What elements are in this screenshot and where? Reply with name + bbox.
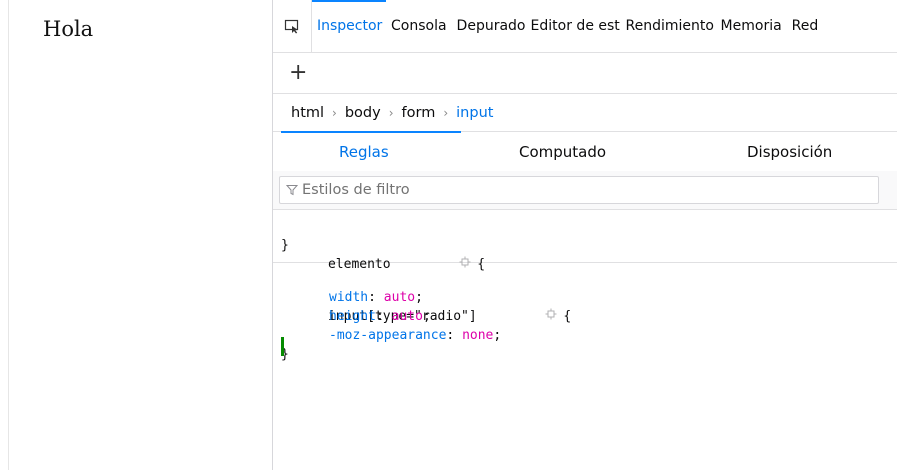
devtools-tabbar: Inspector Consola Depurador Editor de es…	[273, 0, 897, 53]
devtools-panel: Inspector Consola Depurador Editor de es…	[272, 0, 897, 470]
tab-computed[interactable]: Computado	[519, 133, 606, 171]
tab-network[interactable]: Red	[787, 0, 824, 52]
add-node-button[interactable]: +	[289, 62, 307, 84]
page-text: Hola	[43, 17, 94, 41]
property-value[interactable]: auto	[392, 309, 423, 324]
property-value[interactable]: none	[462, 328, 493, 343]
tab-style-editor[interactable]: Editor de estilos	[526, 0, 621, 52]
rule-element: elemento { }	[273, 211, 897, 272]
filter-placeholder: Estilos de filtro	[302, 182, 410, 198]
breadcrumb-html[interactable]: html	[291, 105, 324, 121]
property-name[interactable]: -moz-appearance	[329, 328, 446, 343]
tab-memory[interactable]: Memoria	[716, 0, 787, 52]
property-value[interactable]: auto	[384, 290, 415, 305]
rule-close-brace: }	[281, 238, 289, 253]
property-name[interactable]: height	[329, 309, 376, 324]
breadcrumb-form[interactable]: form	[402, 105, 436, 121]
sidepanel-tabs: Reglas Computado Disposición	[273, 133, 897, 172]
chevron-right-icon: ›	[443, 105, 449, 120]
tab-performance[interactable]: Rendimiento	[621, 0, 716, 52]
chevron-right-icon: ›	[388, 105, 394, 120]
markup-toolbar: +	[273, 53, 897, 94]
tab-inspector[interactable]: Inspector	[312, 0, 386, 52]
declaration-height: height: auto;	[329, 309, 431, 324]
filter-styles-input[interactable]: Estilos de filtro	[279, 176, 879, 204]
declaration-moz-appearance: -moz-appearance: none;	[329, 328, 502, 343]
page-edge	[8, 0, 9, 470]
filter-icon	[286, 184, 298, 196]
rule-input-radio: input[type="radio"] { width: auto; heigh…	[273, 263, 897, 383]
breadcrumb-body[interactable]: body	[345, 105, 381, 121]
element-picker-icon[interactable]	[273, 0, 312, 52]
tab-debugger[interactable]: Depurador	[452, 0, 526, 52]
chevron-right-icon: ›	[332, 105, 337, 120]
tab-rules[interactable]: Reglas	[339, 133, 389, 171]
property-name[interactable]: width	[329, 290, 368, 305]
filter-bar: Estilos de filtro	[273, 171, 897, 210]
page-content: Hola	[0, 0, 272, 470]
changed-declaration-marker	[281, 337, 284, 356]
breadcrumb: html › body › form › input	[273, 94, 897, 132]
tab-layout[interactable]: Disposición	[747, 133, 832, 171]
breadcrumb-input[interactable]: input	[456, 105, 493, 121]
tab-console[interactable]: Consola	[386, 0, 452, 52]
declaration-width: width: auto;	[329, 290, 423, 305]
